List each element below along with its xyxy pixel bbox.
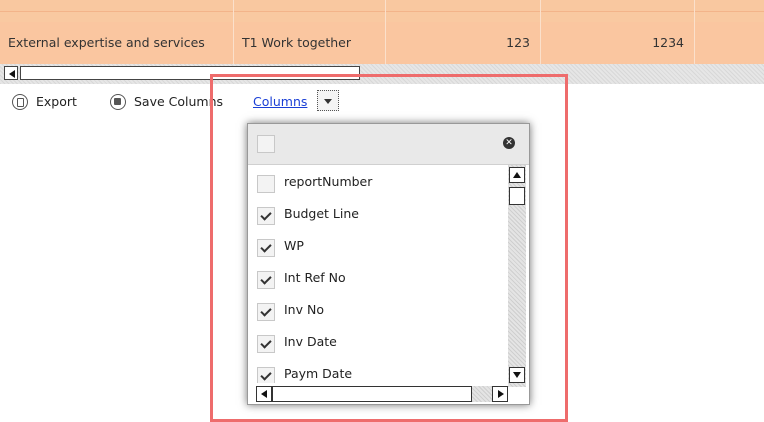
column-item-int-ref-no[interactable]: Int Ref No bbox=[257, 267, 497, 291]
scroll-up-button[interactable] bbox=[509, 167, 525, 183]
save-columns-button[interactable]: Save Columns bbox=[110, 93, 223, 111]
column-label: Paym Date bbox=[284, 366, 353, 381]
export-icon bbox=[12, 94, 28, 110]
column-checkbox[interactable] bbox=[257, 271, 275, 289]
columns-popup: ✕ reportNumber Budget Line WP Int Ref No… bbox=[247, 123, 530, 405]
scroll-right-button[interactable] bbox=[492, 386, 508, 402]
column-label: reportNumber bbox=[284, 174, 373, 189]
column-item-budget-line[interactable]: Budget Line bbox=[257, 203, 497, 227]
column-divider bbox=[540, 0, 541, 22]
column-item-wp[interactable]: WP bbox=[257, 235, 497, 259]
column-checkbox[interactable] bbox=[257, 175, 275, 193]
columns-list: reportNumber Budget Line WP Int Ref No I… bbox=[248, 165, 508, 383]
column-label: Int Ref No bbox=[284, 270, 346, 285]
column-item-paym-date[interactable]: Paym Date bbox=[257, 363, 497, 383]
column-divider bbox=[233, 0, 234, 22]
select-all-checkbox[interactable] bbox=[257, 135, 275, 153]
cell-cost-category: External expertise and services bbox=[0, 22, 234, 64]
cell-value-1: 123 bbox=[386, 22, 541, 64]
popup-header: ✕ bbox=[248, 124, 529, 165]
column-label: Inv No bbox=[284, 302, 324, 317]
column-item-inv-no[interactable]: Inv No bbox=[257, 299, 497, 323]
scroll-down-button[interactable] bbox=[509, 367, 525, 383]
horizontal-scroll-thumb[interactable] bbox=[272, 386, 472, 402]
column-item-reportnumber[interactable]: reportNumber bbox=[257, 171, 497, 195]
cell-work-package: T1 Work together bbox=[234, 22, 386, 64]
save-icon bbox=[110, 94, 126, 110]
column-label: Budget Line bbox=[284, 206, 359, 221]
popup-horizontal-scrollbar[interactable] bbox=[256, 386, 508, 402]
table-row-previous bbox=[0, 0, 764, 12]
scroll-left-button[interactable] bbox=[256, 386, 272, 402]
column-divider bbox=[694, 0, 695, 22]
column-checkbox[interactable] bbox=[257, 207, 275, 225]
popup-vertical-scrollbar[interactable] bbox=[508, 165, 526, 387]
column-divider bbox=[385, 0, 386, 22]
export-label: Export bbox=[36, 94, 77, 109]
column-checkbox[interactable] bbox=[257, 303, 275, 321]
column-checkbox[interactable] bbox=[257, 367, 275, 383]
export-button[interactable]: Export bbox=[12, 93, 77, 111]
cell-value-2: 1234 bbox=[541, 22, 695, 64]
column-item-inv-date[interactable]: Inv Date bbox=[257, 331, 497, 355]
column-label: Inv Date bbox=[284, 334, 337, 349]
column-checkbox[interactable] bbox=[257, 239, 275, 257]
vertical-scroll-thumb[interactable] bbox=[509, 187, 525, 205]
scroll-left-button[interactable] bbox=[4, 66, 18, 80]
column-checkbox[interactable] bbox=[257, 335, 275, 353]
column-label: WP bbox=[284, 238, 304, 253]
close-icon[interactable]: ✕ bbox=[503, 137, 515, 149]
